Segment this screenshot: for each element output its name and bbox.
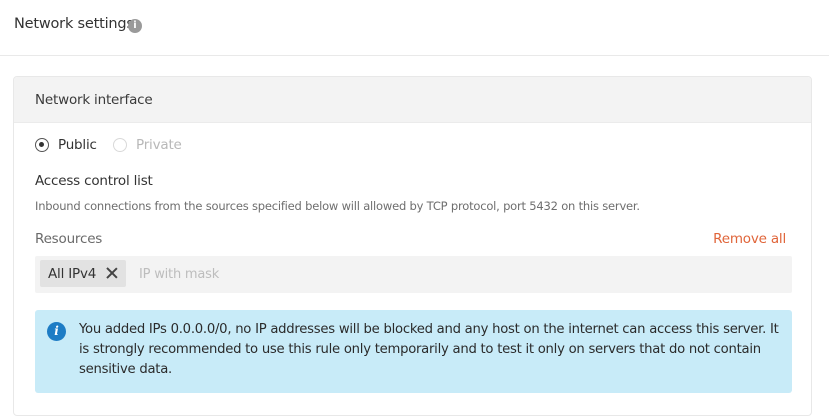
ip-mask-input[interactable] <box>135 256 783 293</box>
radio-private-label: Private <box>136 137 182 153</box>
resources-tag-input[interactable]: All IPv4 <box>35 256 792 293</box>
alert-text: You added IPs 0.0.0.0/0, no IP addresses… <box>79 322 779 377</box>
radio-private: Private <box>113 137 182 153</box>
network-interface-card: Network interface Public Private Access … <box>13 76 812 416</box>
radio-checked-icon[interactable] <box>35 138 49 152</box>
resource-tag-label: All IPv4 <box>48 265 97 282</box>
page-header: Network settings i <box>0 0 829 56</box>
close-icon[interactable] <box>105 266 119 280</box>
warning-alert: i You added IPs 0.0.0.0/0, no IP address… <box>35 310 792 393</box>
radio-public[interactable]: Public <box>35 137 97 153</box>
acl-description: Inbound connections from the sources spe… <box>35 199 640 213</box>
radio-unchecked-icon <box>113 138 127 152</box>
card-title: Network interface <box>35 92 153 108</box>
page-title: Network settings <box>14 16 134 32</box>
resources-label: Resources <box>35 231 103 247</box>
info-icon: i <box>47 322 66 341</box>
info-icon[interactable]: i <box>128 19 142 33</box>
acl-title: Access control list <box>35 173 153 189</box>
resource-tag: All IPv4 <box>40 260 126 287</box>
radio-public-label: Public <box>58 137 97 153</box>
card-header: Network interface <box>14 77 811 123</box>
remove-all-link[interactable]: Remove all <box>713 231 786 247</box>
